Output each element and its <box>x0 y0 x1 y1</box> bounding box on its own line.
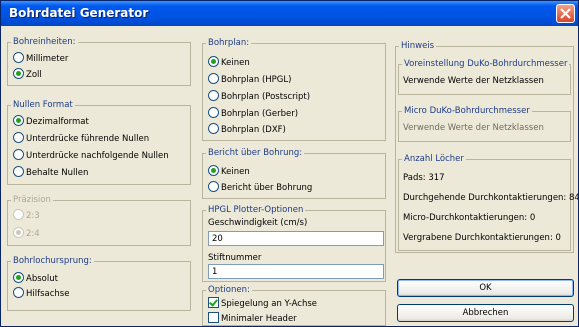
radio-selected-icon[interactable] <box>13 115 24 126</box>
radio-icon[interactable] <box>13 209 24 220</box>
close-icon <box>560 8 571 19</box>
precision-option-2-3[interactable]: 2:3 <box>13 209 40 222</box>
radio-icon[interactable] <box>13 132 24 143</box>
drillplan-option-postscript[interactable]: Bohrplan (Postscript) <box>208 90 310 103</box>
default-via-text: Verwende Werte der Netzklassen <box>403 76 544 86</box>
radio-icon[interactable] <box>208 123 219 134</box>
holes-title: Anzahl Löcher <box>402 154 466 165</box>
holes-group: Anzahl Löcher Pads: 317 Durchgehende Dur… <box>398 154 578 251</box>
options-group: Optionen: Spiegelung an Y-Achse Minimale… <box>202 285 386 326</box>
zeros-option-suppress-trailing[interactable]: Unterdrücke nachfolgende Nullen <box>13 149 169 162</box>
radio-icon[interactable] <box>13 149 24 160</box>
zeros-option-keep[interactable]: Behalte Nullen <box>13 166 88 179</box>
default-via-title: Voreinstellung DuKo-Bohrdurchmesser <box>402 59 570 70</box>
report-group-label: Bericht über Bohrung: <box>206 148 305 159</box>
units-group: Bohreinheiten: Millimeter Zoll <box>7 37 191 86</box>
through-vias-count: Durchgehende Durchkontaktierungen: 84 <box>403 193 579 203</box>
buried-vias-count: Vergrabene Durchkontaktierungen: 0 <box>403 233 561 243</box>
speed-input[interactable]: 20 <box>208 231 384 246</box>
radio-icon[interactable] <box>13 287 24 298</box>
precision-group: Präzision 2:3 2:4 <box>7 195 191 246</box>
radio-selected-icon[interactable] <box>208 56 219 67</box>
minimal-header-checkbox[interactable]: Minimaler Header <box>208 312 297 325</box>
speed-label: Geschwindigkeit (cm/s) <box>208 218 308 228</box>
drillplan-option-gerber[interactable]: Bohrplan (Gerber) <box>208 107 298 120</box>
pen-number-label: Stiftnummer <box>208 253 262 263</box>
report-option-drill-report[interactable]: Bericht über Bohrung <box>208 181 312 194</box>
zeros-group-label: Nullen Format <box>11 100 75 111</box>
radio-icon[interactable] <box>208 73 219 84</box>
precision-option-2-4[interactable]: 2:4 <box>13 227 40 240</box>
units-option-millimeter[interactable]: Millimeter <box>13 52 68 65</box>
radio-icon[interactable] <box>13 166 24 177</box>
drillplan-group-label: Bohrplan: <box>206 38 252 49</box>
drillplan-option-hpgl[interactable]: Bohrplan (HPGL) <box>208 73 291 86</box>
hpgl-group-label: HPGL Plotter-Optionen <box>206 205 306 216</box>
micro-via-text: Verwende Werte der Netzklassen <box>403 123 544 133</box>
info-group: Hinweis Voreinstellung DuKo-Bohrdurchmes… <box>395 41 578 253</box>
drillplan-option-dxf[interactable]: Bohrplan (DXF) <box>208 123 286 136</box>
ok-button[interactable]: OK <box>397 279 574 297</box>
pads-count: Pads: 317 <box>403 173 445 183</box>
radio-selected-icon[interactable] <box>13 227 24 238</box>
options-group-label: Optionen: <box>206 285 252 296</box>
report-group: Bericht über Bohrung: Keinen Bericht übe… <box>202 148 386 199</box>
dialog-window: Bohrdatei Generator Bohreinheiten: Milli… <box>0 0 579 327</box>
cancel-button[interactable]: Abbrechen <box>397 304 574 322</box>
title-bar[interactable]: Bohrdatei Generator <box>1 1 578 26</box>
radio-selected-icon[interactable] <box>13 272 24 283</box>
mirror-y-checkbox[interactable]: Spiegelung an Y-Achse <box>208 297 317 310</box>
report-option-none[interactable]: Keinen <box>208 165 250 178</box>
zeros-group: Nullen Format Dezimalformat Unterdrücke … <box>7 100 191 185</box>
drillplan-group: Bohrplan: Keinen Bohrplan (HPGL) Bohrpla… <box>202 38 386 141</box>
units-option-inch[interactable]: Zoll <box>13 68 42 81</box>
window-title: Bohrdatei Generator <box>9 6 149 20</box>
precision-group-label: Präzision <box>11 195 53 206</box>
pen-number-input[interactable]: 1 <box>208 264 384 279</box>
origin-option-aux-axis[interactable]: Hilfsachse <box>13 287 69 300</box>
radio-icon[interactable] <box>208 107 219 118</box>
micro-via-title: Micro DuKo-Bohrdurchmesser <box>402 106 532 117</box>
default-via-group: Voreinstellung DuKo-Bohrdurchmesser Verw… <box>398 59 571 95</box>
micro-vias-count: Micro-Durchkontaktierungen: 0 <box>403 213 536 223</box>
units-group-label: Bohreinheiten: <box>11 37 78 48</box>
radio-icon[interactable] <box>13 52 24 63</box>
micro-via-group: Micro DuKo-Bohrdurchmesser Verwende Wert… <box>398 106 571 142</box>
drillplan-option-none[interactable]: Keinen <box>208 56 250 69</box>
hpgl-group: HPGL Plotter-Optionen Geschwindigkeit (c… <box>202 205 386 282</box>
checkbox-checked-icon[interactable] <box>208 297 219 308</box>
zeros-option-suppress-leading[interactable]: Unterdrücke führende Nullen <box>13 132 149 145</box>
close-button[interactable] <box>556 4 575 23</box>
radio-selected-icon[interactable] <box>13 68 24 79</box>
radio-icon[interactable] <box>208 181 219 192</box>
origin-group: Bohrlochursprung: Absolut Hilfsachse <box>7 256 191 311</box>
zeros-option-decimal[interactable]: Dezimalformat <box>13 115 89 128</box>
radio-selected-icon[interactable] <box>208 165 219 176</box>
checkbox-icon[interactable] <box>208 312 219 323</box>
origin-option-absolute[interactable]: Absolut <box>13 272 58 285</box>
info-group-label: Hinweis <box>399 41 437 52</box>
radio-icon[interactable] <box>208 90 219 101</box>
origin-group-label: Bohrlochursprung: <box>11 256 94 267</box>
